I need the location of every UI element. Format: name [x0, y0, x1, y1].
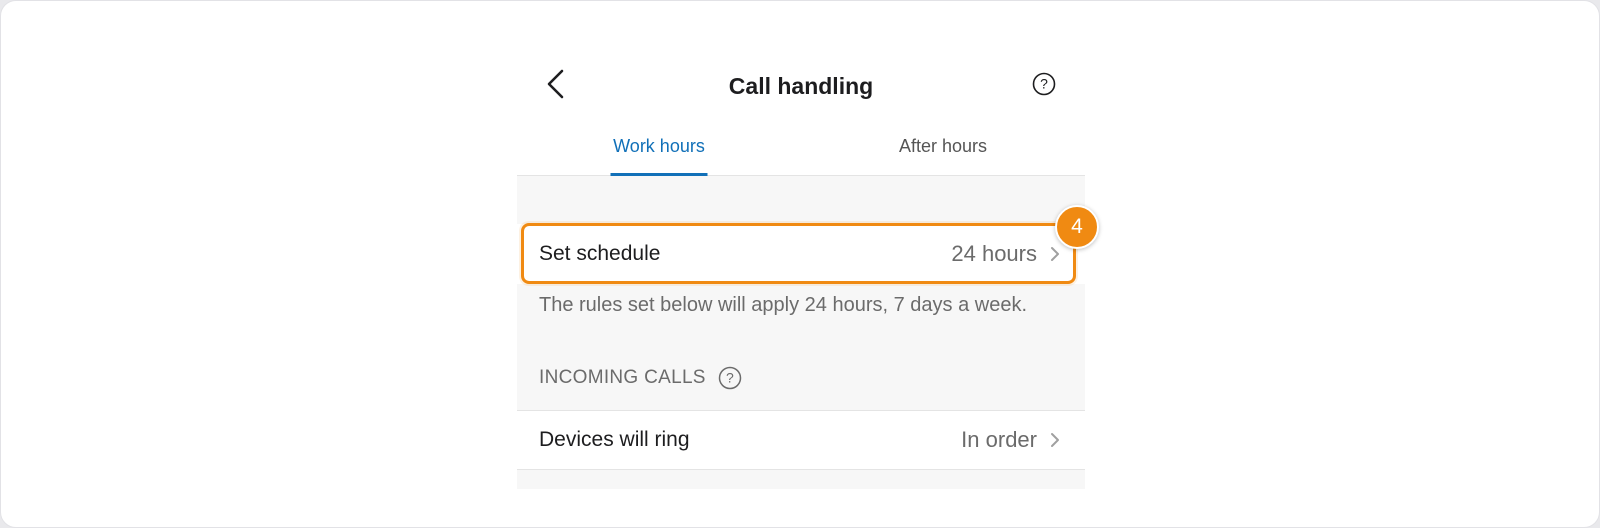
- help-icon: ?: [1032, 72, 1056, 101]
- tab-after-hours[interactable]: After hours: [801, 129, 1085, 175]
- svg-text:?: ?: [1040, 75, 1048, 91]
- incoming-calls-header: INCOMING CALLS ?: [539, 366, 742, 390]
- settings-content: Set schedule 24 hours The rules set belo…: [517, 176, 1085, 489]
- page-title: Call handling: [728, 73, 874, 99]
- devices-will-ring-value: In order: [961, 427, 1037, 452]
- tab-label: After hours: [898, 136, 988, 156]
- step-number-badge: 4: [1055, 205, 1099, 249]
- tab-bar: Work hours After hours: [517, 129, 1085, 176]
- tab-label: Work hours: [613, 136, 705, 156]
- devices-will-ring-row[interactable]: Devices will ring In order: [517, 410, 1085, 470]
- help-button[interactable]: ?: [1031, 72, 1057, 101]
- devices-will-ring-label: Devices will ring: [539, 428, 690, 451]
- screenshot-frame: Call handling ? Work hours After hours S…: [0, 0, 1600, 528]
- section-label: INCOMING CALLS: [539, 367, 706, 388]
- svg-text:?: ?: [726, 370, 734, 386]
- help-icon[interactable]: ?: [718, 366, 742, 390]
- set-schedule-row[interactable]: Set schedule 24 hours: [517, 224, 1085, 284]
- navigation-bar: Call handling ?: [517, 53, 1085, 117]
- chevron-right-icon: [1049, 244, 1063, 264]
- set-schedule-value: 24 hours: [951, 241, 1037, 266]
- set-schedule-label: Set schedule: [539, 242, 661, 265]
- tab-work-hours[interactable]: Work hours: [517, 129, 801, 176]
- app-screen: Call handling ? Work hours After hours S…: [517, 1, 1085, 489]
- chevron-right-icon: [1049, 430, 1063, 450]
- schedule-description: The rules set below will apply 24 hours,…: [539, 294, 1028, 316]
